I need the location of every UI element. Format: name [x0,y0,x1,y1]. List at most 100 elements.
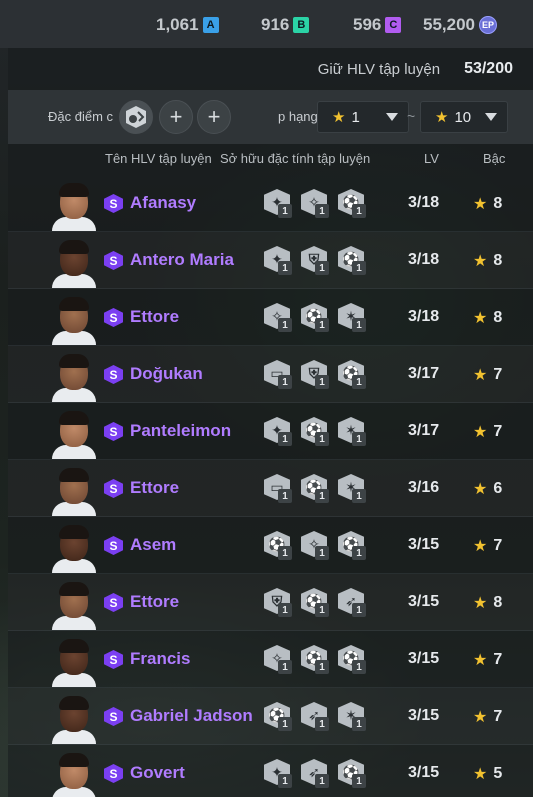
coach-rank-value: 8 [493,594,503,611]
trait-slot[interactable]: ⚽ 1 [301,303,329,332]
chevron-down-icon [386,113,398,121]
coach-name[interactable]: Asem [130,535,176,555]
avatar [52,352,96,402]
coach-rank: ★ 7 [473,422,502,442]
trait-slot[interactable]: ▭ 1 [264,360,292,389]
trait-level: 1 [352,546,366,560]
avatar [52,238,96,288]
trait-slot[interactable]: ✶ 1 [338,474,366,503]
trait-list: ⚽ 1 ✧ 1 ⚽ 1 [264,531,366,560]
trait-slot[interactable]: ✧ 1 [301,531,329,560]
table-row[interactable]: S Ettore ▭ 1 ⚽ 1 ✶ 1 3/16 ★ 6 [8,460,533,517]
coach-name[interactable]: Doğukan [130,364,203,384]
table-row[interactable]: S Ettore ✧ 1 ⚽ 1 ✶ 1 3/18 ★ 8 [8,289,533,346]
coach-rank-value: 8 [493,195,503,212]
table-row[interactable]: S Francis ✧ 1 ⚽ 1 ⚽ 1 3/15 ★ 7 [8,631,533,688]
table-row[interactable]: S Govert ✦ 1 ➶ 1 ⚽ 1 3/15 ★ 5 [8,745,533,797]
coach-name[interactable]: Afanasy [130,193,196,213]
trait-slot[interactable]: ➶ 1 [301,702,329,731]
trait-slot[interactable]: ✦ 1 [264,417,292,446]
trait-filter-slot-3[interactable]: + [197,100,231,134]
avatar [52,637,96,687]
table-row[interactable]: S Panteleimon ✦ 1 ⚽ 1 ✶ 1 3/17 ★ 7 [8,403,533,460]
trait-level: 1 [278,261,292,275]
trait-slot[interactable]: ✦ 1 [264,189,292,218]
trait-slot[interactable]: ✦ 1 [264,246,292,275]
trait-list: ✦ 1 ⚽ 1 ✶ 1 [264,417,366,446]
trait-level: 1 [315,603,329,617]
star-icon: ★ [473,253,488,270]
coach-level: 3/15 [408,536,440,553]
trait-slot[interactable]: ⚽ 1 [338,360,366,389]
table-row[interactable]: S Doğukan ▭ 1 ⛨ 1 ⚽ 1 3/17 ★ 7 [8,346,533,403]
coach-level: 3/16 [408,479,440,496]
column-header-lv[interactable]: LV [424,151,439,166]
table-row[interactable]: S Ettore ⛨ 1 ⚽ 1 ➶ 1 3/15 ★ 8 [8,574,533,631]
trait-slot[interactable]: ✧ 1 [301,189,329,218]
trait-level: 1 [352,432,366,446]
coach-name[interactable]: Gabriel Jadson [130,706,253,726]
trait-slot[interactable]: ✶ 1 [338,417,366,446]
trait-slot[interactable]: ✦ 1 [264,759,292,788]
keep-coaches-counter: Giữ HLV tập luyện 53/200 [318,60,513,78]
trait-slot[interactable]: ⛨ 1 [301,246,329,275]
coach-name[interactable]: Ettore [130,592,179,612]
coach-name[interactable]: Francis [130,649,190,669]
trait-slot[interactable]: ⚽ 1 [338,189,366,218]
trait-level: 1 [352,660,366,674]
table-row[interactable]: S Afanasy ✦ 1 ✧ 1 ⚽ 1 3/18 ★ 8 [8,175,533,232]
trait-level: 1 [315,546,329,560]
trait-slot[interactable]: ➶ 1 [301,759,329,788]
trait-slot[interactable]: ⚽ 1 [338,645,366,674]
trait-level: 1 [315,717,329,731]
trait-slot[interactable]: ⚽ 1 [338,759,366,788]
trait-slot[interactable]: ⚽ 1 [301,474,329,503]
coach-name[interactable]: Ettore [130,478,179,498]
coach-name[interactable]: Govert [130,763,185,783]
trait-slot[interactable]: ⚽ 1 [301,417,329,446]
trait-slot[interactable]: ✶ 1 [338,303,366,332]
trait-slot[interactable]: ⚽ 1 [338,531,366,560]
trait-slot[interactable]: ➶ 1 [338,588,366,617]
trait-slot[interactable]: ⚽ 1 [301,588,329,617]
currency-c-value: 596 [353,15,382,34]
grade-s-badge-icon: S [104,536,123,555]
table-row[interactable]: S Gabriel Jadson ⚽ 1 ➶ 1 ✶ 1 3/15 ★ 7 [8,688,533,745]
currency-c: 596 C [353,14,402,36]
trait-slot[interactable]: ⛨ 1 [264,588,292,617]
column-header-name[interactable]: Tên HLV tập luyện [105,151,212,166]
trait-level: 1 [315,774,329,788]
trait-slot[interactable]: ⚽ 1 [264,531,292,560]
rank-min-dropdown[interactable]: ★ 1 [317,101,409,133]
table-row[interactable]: S Asem ⚽ 1 ✧ 1 ⚽ 1 3/15 ★ 7 [8,517,533,574]
range-separator: ~ [407,108,416,124]
trait-filter-slot-2[interactable]: + [159,100,193,134]
coach-name[interactable]: Ettore [130,307,179,327]
trait-slot[interactable]: ▭ 1 [264,474,292,503]
trait-filter-slot-1[interactable] [119,100,153,134]
trait-slot[interactable]: ⛨ 1 [301,360,329,389]
column-header-rank[interactable]: Bậc [483,151,505,166]
trait-level: 1 [278,489,292,503]
trait-slot[interactable]: ✧ 1 [264,303,292,332]
trait-slot[interactable]: ⚽ 1 [301,645,329,674]
trait-slot[interactable]: ✧ 1 [264,645,292,674]
trait-level: 1 [352,774,366,788]
coach-name[interactable]: Panteleimon [130,421,231,441]
star-icon: ★ [473,595,488,612]
trait-filter-label: Đặc điểm c [48,109,114,124]
grade-s-badge-icon: S [104,593,123,612]
trait-level: 1 [278,660,292,674]
coach-name[interactable]: Antero Maria [130,250,234,270]
rank-max-dropdown[interactable]: ★ 10 [420,101,508,133]
table-row[interactable]: S Antero Maria ✦ 1 ⛨ 1 ⚽ 1 3/18 ★ 8 [8,232,533,289]
trait-slot[interactable]: ✶ 1 [338,702,366,731]
filter-bar: Đặc điểm c + + p hạng ★ 1 ★ 10 [8,90,533,144]
coach-rank-value: 7 [493,423,503,440]
coach-rank: ★ 8 [473,194,502,214]
rank-max-value: 10 [454,108,472,126]
table-header: Tên HLV tập luyện Sở hữu đặc tính tập lu… [8,145,533,173]
coach-level: 3/15 [408,764,440,781]
trait-slot[interactable]: ⚽ 1 [264,702,292,731]
trait-slot[interactable]: ⚽ 1 [338,246,366,275]
